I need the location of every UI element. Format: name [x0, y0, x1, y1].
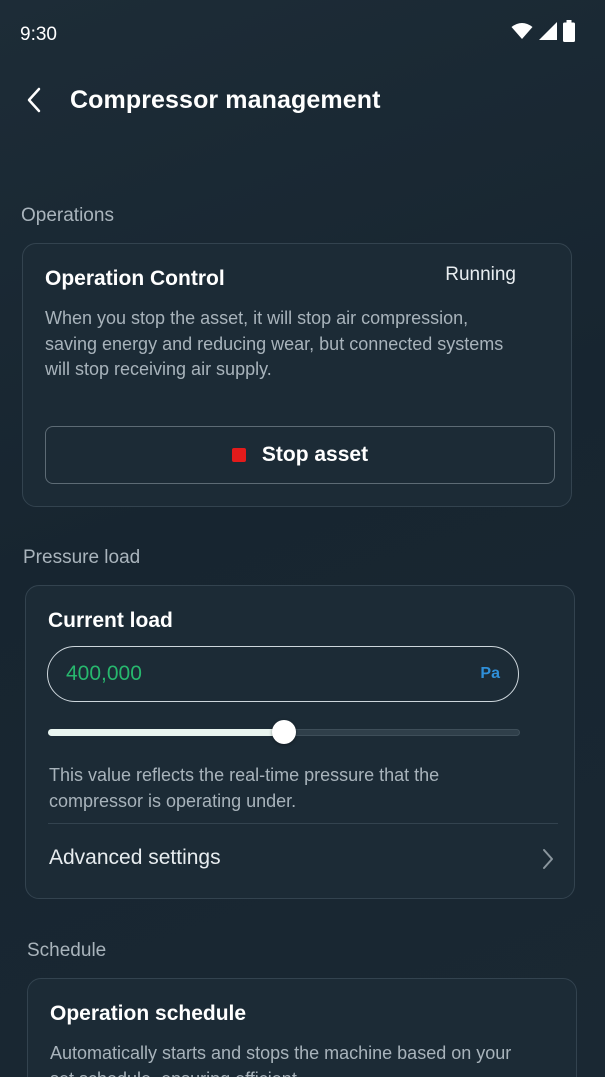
status-icons	[511, 20, 575, 42]
wifi-icon	[511, 22, 533, 40]
chevron-right-icon	[542, 848, 554, 875]
screen: 9:30 Compressor management Operations Op…	[0, 0, 605, 1077]
advanced-settings-row[interactable]: Advanced settings	[26, 824, 574, 896]
load-description: This value reflects the real-time pressu…	[49, 765, 440, 811]
stop-asset-label: Stop asset	[261, 443, 369, 466]
card-title-current-load: Current load	[48, 609, 173, 632]
back-arrow-icon	[26, 87, 42, 118]
current-load-input[interactable]: 400,000 Pa	[47, 646, 519, 702]
stop-asset-button[interactable]: Stop asset	[45, 426, 555, 484]
status-time: 9:30	[20, 24, 57, 45]
battery-icon	[563, 20, 575, 42]
load-unit: Pa	[480, 665, 500, 682]
operation-description: When you stop the asset, it will stop ai…	[45, 308, 504, 379]
card-title-operation-schedule: Operation schedule	[50, 1002, 247, 1025]
section-label-schedule: Schedule	[27, 940, 107, 961]
status-bar: 9:30	[0, 0, 605, 66]
advanced-settings-label: Advanced settings	[49, 846, 221, 869]
load-value: 400,000	[66, 662, 142, 685]
slider-fill	[48, 729, 284, 736]
operation-control-card: Operation Control Running When you stop …	[22, 243, 572, 507]
load-slider[interactable]	[48, 720, 520, 744]
current-load-card: Current load 400,000 Pa This value refle…	[25, 585, 575, 899]
app-header: Compressor management	[0, 76, 605, 130]
schedule-description: Automatically starts and stops the machi…	[50, 1043, 512, 1077]
slider-thumb[interactable]	[272, 720, 296, 744]
operation-schedule-card: Operation schedule Automatically starts …	[27, 978, 577, 1077]
back-button[interactable]	[18, 86, 50, 118]
card-title-operation-control: Operation Control	[45, 267, 225, 290]
status-badge: Running	[445, 264, 516, 285]
cellular-signal-icon	[539, 22, 557, 40]
section-label-operations: Operations	[21, 205, 114, 226]
stop-icon	[231, 448, 246, 462]
page-title: Compressor management	[70, 86, 381, 114]
section-label-pressure-load: Pressure load	[23, 547, 141, 568]
